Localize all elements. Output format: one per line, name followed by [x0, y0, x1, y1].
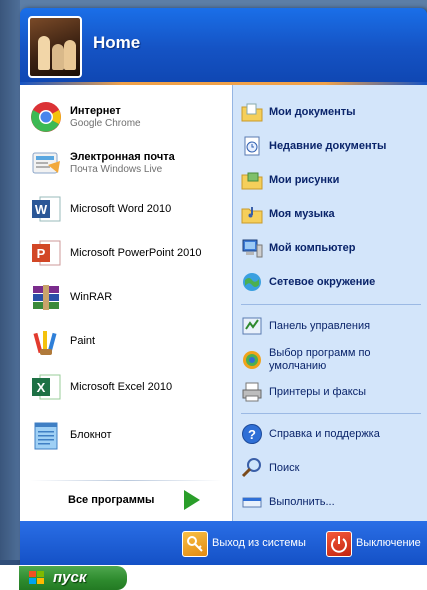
- start-menu-header: Home: [20, 8, 427, 82]
- network-icon: [243, 273, 261, 291]
- pictures-folder-icon: [241, 172, 263, 190]
- menu-item-subtitle: Google Chrome: [70, 118, 141, 129]
- place-network[interactable]: Сетевое окружение: [241, 267, 427, 297]
- svg-text:W: W: [35, 202, 48, 217]
- place-control-panel[interactable]: Панель управления: [241, 311, 427, 341]
- menu-item-notepad[interactable]: Блокнот: [30, 417, 230, 455]
- user-name: Home: [93, 33, 141, 52]
- place-my-pictures[interactable]: Мои рисунки: [241, 165, 427, 195]
- menu-item-title: Microsoft PowerPoint 2010: [70, 247, 202, 259]
- start-menu: Home Интернет Google Chrome Электронная …: [20, 8, 427, 565]
- logoff-button[interactable]: Выход из системы: [182, 530, 322, 557]
- place-label: Моя музыка: [269, 208, 335, 220]
- place-label: Недавние документы: [269, 140, 387, 152]
- left-pane-separator: [30, 480, 222, 481]
- menu-item-paint[interactable]: Paint: [30, 323, 230, 361]
- menu-item-title: Интернет: [70, 105, 121, 117]
- key-icon: [182, 531, 208, 557]
- menu-item-title: Microsoft Word 2010: [70, 203, 172, 215]
- place-label: Принтеры и факсы: [269, 386, 367, 398]
- mail-icon: [32, 152, 60, 174]
- notepad-icon: [34, 422, 58, 450]
- powerpoint-icon: P: [32, 240, 61, 266]
- place-label: Мои рисунки: [269, 174, 340, 186]
- places-pane: Мои документы Недавние документы Мои рис…: [232, 85, 427, 521]
- svg-text:X: X: [37, 380, 46, 395]
- place-search[interactable]: Поиск: [241, 453, 427, 483]
- menu-item-powerpoint[interactable]: P Microsoft PowerPoint 2010: [30, 235, 230, 273]
- shutdown-label: Выключение: [356, 537, 421, 549]
- place-label: Выбор программ по умолчанию: [269, 347, 371, 372]
- menu-item-title: Microsoft Excel 2010: [70, 381, 173, 393]
- start-label: пуск: [53, 569, 87, 586]
- printer-icon: [242, 382, 262, 402]
- menu-item-subtitle: Почта Windows Live: [70, 164, 163, 175]
- excel-icon: X: [32, 374, 61, 400]
- place-my-computer[interactable]: Мой компьютер: [241, 233, 427, 263]
- place-printers[interactable]: Принтеры и факсы: [241, 377, 427, 407]
- all-programs-button[interactable]: Все программы: [66, 488, 216, 514]
- place-label: Поиск: [269, 462, 300, 474]
- place-my-documents[interactable]: Мои документы: [241, 97, 427, 127]
- place-label: Мой компьютер: [269, 242, 356, 254]
- place-default-programs[interactable]: Выбор программ по умолчанию: [241, 345, 427, 375]
- place-run[interactable]: Выполнить...: [241, 487, 427, 517]
- user-avatar[interactable]: [28, 16, 82, 78]
- place-label: Сетевое окружение: [269, 276, 376, 288]
- paint-icon: [33, 331, 57, 355]
- menu-item-internet[interactable]: Интернет Google Chrome: [30, 99, 230, 137]
- control-panel-icon: [242, 317, 262, 335]
- word-icon: W: [32, 196, 61, 222]
- taskbar: пуск: [0, 565, 427, 590]
- menu-item-word[interactable]: W Microsoft Word 2010: [30, 191, 230, 229]
- run-icon: [242, 497, 262, 508]
- windows-logo-icon: [29, 571, 45, 585]
- power-icon: [326, 531, 352, 557]
- svg-text:?: ?: [248, 427, 256, 442]
- help-icon: ?: [242, 424, 262, 444]
- start-button[interactable]: пуск: [19, 566, 127, 590]
- place-label: Справка и поддержка: [269, 428, 380, 440]
- start-menu-footer: Выход из системы Выключение: [20, 521, 427, 565]
- menu-item-winrar[interactable]: WinRAR: [30, 279, 230, 317]
- pinned-programs-pane: Интернет Google Chrome Электронная почта…: [20, 85, 232, 521]
- place-label: Панель управления: [269, 320, 371, 332]
- place-my-music[interactable]: Моя музыка: [241, 199, 427, 229]
- place-recent-documents[interactable]: Недавние документы: [241, 131, 427, 161]
- menu-item-title: Электронная почта: [70, 151, 175, 163]
- menu-item-title: Paint: [70, 335, 96, 347]
- places-separator: [241, 304, 421, 305]
- menu-item-excel[interactable]: X Microsoft Excel 2010: [30, 369, 230, 407]
- logoff-label: Выход из системы: [212, 537, 306, 549]
- music-folder-icon: [241, 207, 263, 224]
- chrome-icon: [31, 102, 61, 132]
- menu-item-title: Блокнот: [70, 429, 112, 441]
- green-arrow-icon: [184, 490, 200, 510]
- place-label: Выполнить...: [269, 496, 335, 508]
- place-label: Мои документы: [269, 106, 356, 118]
- menu-item-title: WinRAR: [70, 291, 113, 303]
- winrar-icon: [33, 285, 59, 310]
- svg-text:P: P: [37, 246, 46, 261]
- menu-item-email[interactable]: Электронная почта Почта Windows Live: [30, 145, 230, 183]
- place-help[interactable]: ? Справка и поддержка: [241, 419, 427, 449]
- all-programs-label: Все программы: [68, 494, 155, 506]
- search-icon: [241, 458, 261, 478]
- desktop-edge: [0, 0, 20, 560]
- shutdown-button[interactable]: Выключение: [326, 530, 427, 557]
- computer-icon: [242, 239, 263, 258]
- recent-documents-icon: [244, 136, 260, 156]
- places-separator: [241, 413, 421, 414]
- documents-folder-icon: [241, 103, 263, 122]
- default-programs-icon: [243, 351, 261, 369]
